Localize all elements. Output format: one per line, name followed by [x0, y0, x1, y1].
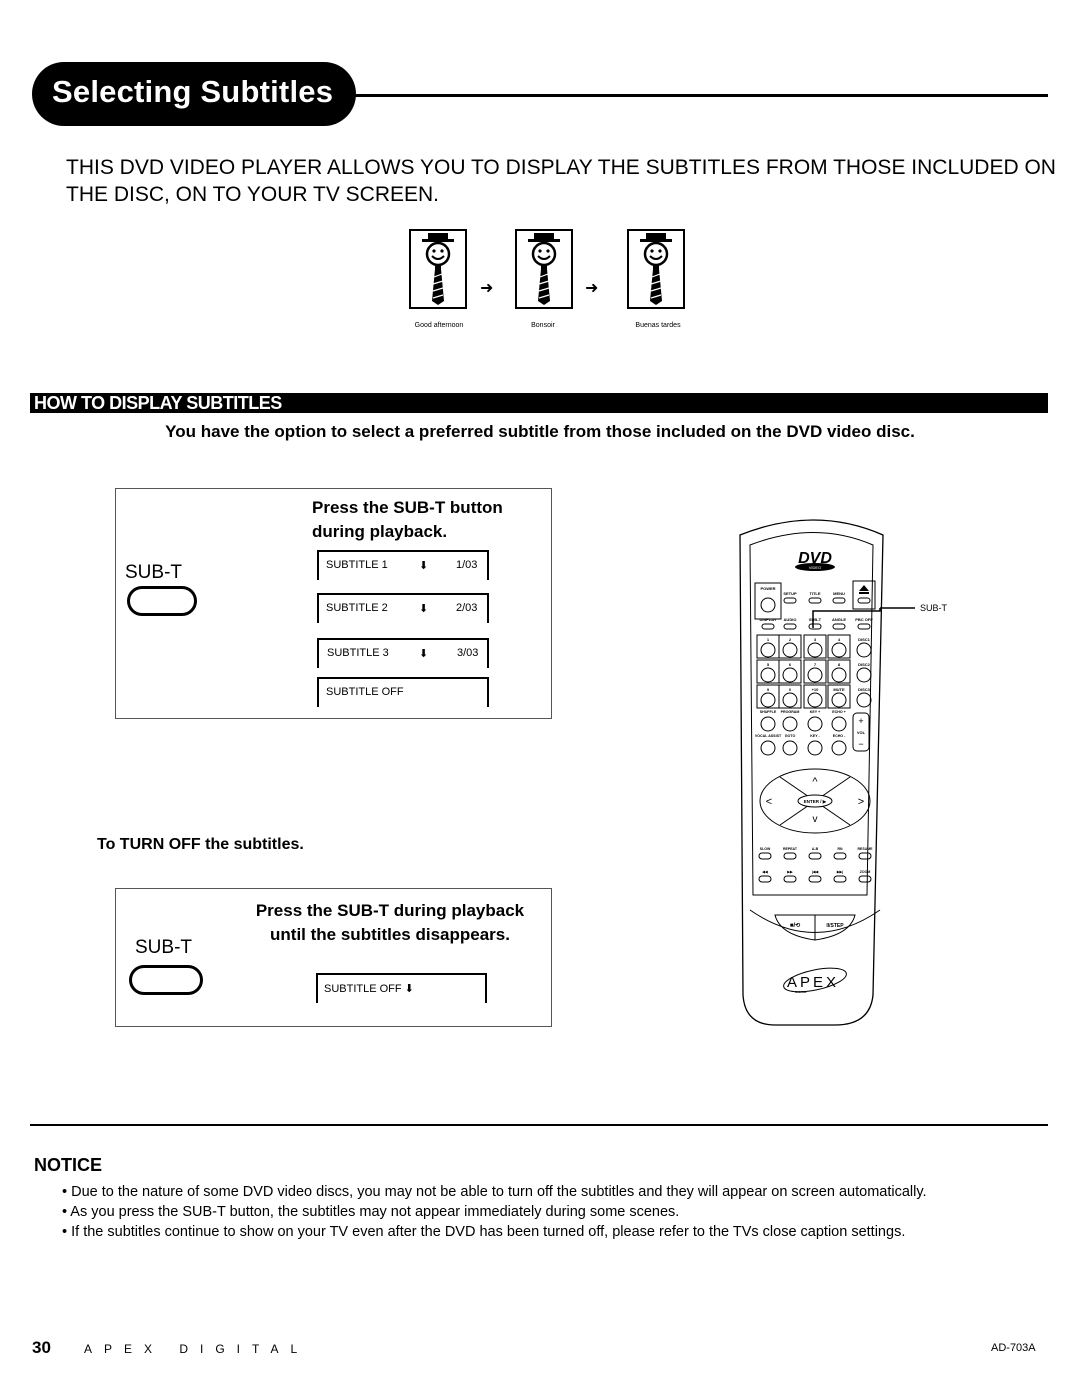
osd-label: SUBTITLE 3 — [327, 647, 389, 659]
function-label: SHUFFLE — [760, 710, 777, 714]
page-title: Selecting Subtitles — [52, 74, 334, 109]
playback-label: ▶▶| — [836, 870, 844, 874]
down-arrow-icon: ⬇ — [419, 603, 429, 615]
notice-title: NOTICE — [34, 1155, 103, 1175]
section-description: You have the option to select a preferre… — [165, 422, 915, 441]
function-label: PROGRAM — [781, 710, 800, 714]
osd-label: SUBTITLE OFF ⬇ — [324, 983, 414, 995]
arrow-right-icon: ➜ — [585, 280, 599, 297]
remote-label: DISPLAY — [760, 617, 777, 622]
vol-label: VOL — [857, 730, 866, 735]
stop-label: ■/⟲ — [790, 922, 801, 929]
notice-item: • Due to the nature of some DVD video di… — [62, 1184, 927, 1200]
playback-label: SLOW — [760, 847, 771, 851]
apex-logo: APEX — [787, 974, 839, 991]
instruction-line-1: Press the SUB-T during playback — [255, 901, 525, 920]
smiley-figure-icon — [528, 233, 560, 305]
osd-label: SUBTITLE OFF — [326, 686, 404, 698]
down-arrow-icon: v — [813, 814, 818, 825]
numpad-key-label: MUTE — [833, 687, 845, 692]
remote-control: DVD VIDEO POWER SETUP TITLE MENU DISPLAY… — [735, 515, 975, 1040]
sub-t-button[interactable] — [129, 965, 203, 995]
apex-logo-sub: DIGITAL — [795, 990, 807, 994]
numpad-key-label: +10 — [812, 687, 820, 692]
osd-value: 2/03 — [456, 602, 478, 614]
down-arrow-icon: ⬇ — [419, 560, 429, 572]
up-arrow-icon: ^ — [812, 776, 818, 788]
sub-t-callout: SUB-T — [920, 603, 948, 613]
remote-label: MENU — [833, 591, 845, 596]
intro-text: THIS DVD VIDEO PLAYER ALLOWS YOU TO DISP… — [66, 156, 1056, 206]
down-arrow-icon: ⬇ — [419, 648, 429, 660]
turn-off-heading: To TURN OFF the subtitles. — [97, 836, 304, 853]
disc-label: DISC1 — [858, 637, 871, 642]
dvd-logo-icon: DVD VIDEO — [795, 550, 835, 571]
osd-subtitle-1: SUBTITLE 1 ⬇ 1/03 — [317, 550, 489, 580]
osd-value: 3/03 — [457, 647, 479, 659]
function-label: ECHO + — [832, 710, 845, 714]
smiley-figure-icon — [640, 233, 672, 305]
dvd-logo-sub: VIDEO — [809, 565, 821, 570]
osd-subtitle-2: SUBTITLE 2 ⬇ 2/03 — [317, 593, 489, 623]
notice-list: • Due to the nature of some DVD video di… — [62, 1182, 962, 1242]
right-arrow-icon: > — [858, 796, 864, 808]
notice-item: • As you press the SUB-T button, the sub… — [62, 1204, 680, 1220]
instruction-line-1: Press the SUB-T button — [312, 498, 503, 517]
osd-subtitle-3: SUBTITLE 3 ⬇ 3/03 — [317, 638, 489, 668]
osd-value: 1/03 — [456, 559, 478, 571]
instruction-line-2: during playback. — [312, 522, 448, 541]
svg-text:−: − — [858, 739, 863, 749]
section-heading: HOW TO DISPLAY SUBTITLES — [34, 393, 282, 413]
step-label: II/STEP — [826, 923, 844, 929]
osd-label: SUBTITLE 1 — [326, 559, 388, 571]
footer-brand: APEX DIGITAL — [84, 1342, 310, 1356]
title-rule — [354, 94, 1048, 97]
osd-subtitle-off: SUBTITLE OFF — [317, 677, 489, 707]
tv-frame-1 — [409, 229, 467, 309]
osd-label: SUBTITLE 2 — [326, 602, 388, 614]
sub-t-label: SUB-T — [135, 937, 192, 958]
disc-label: DISC2 — [858, 662, 871, 667]
svg-text:+: + — [858, 716, 863, 726]
caption-1: Good afternoon — [414, 322, 464, 329]
notice-item: • If the subtitles continue to show on y… — [62, 1224, 906, 1240]
remote-label: ANGLE — [832, 617, 846, 622]
notice-rule — [30, 1124, 1048, 1126]
remote-label: TITLE — [809, 591, 820, 596]
arrow-right-icon: ➜ — [480, 280, 494, 297]
function-label: VOCAL ASSIST — [755, 734, 782, 738]
caption-2: Bonsoir — [531, 322, 555, 329]
playback-label: ZOOM — [860, 870, 871, 874]
playback-label: RN — [837, 847, 843, 851]
playback-label: A-B — [812, 847, 819, 851]
caption-3: Buenas tardes — [635, 322, 681, 329]
playback-label: RESUME — [858, 847, 874, 851]
disc-label: DISC3 — [858, 687, 871, 692]
remote-label: AUDIO — [784, 617, 797, 622]
left-arrow-icon: < — [766, 796, 772, 808]
tv-frame-3 — [627, 229, 685, 309]
function-label: KEY - — [810, 734, 820, 738]
page-number: 30 — [32, 1338, 51, 1357]
enter-label: ENTER / ▶ — [804, 799, 828, 804]
function-label: KEY + — [810, 710, 820, 714]
osd-subtitle-off: SUBTITLE OFF ⬇ — [316, 973, 487, 1003]
sub-t-button[interactable] — [127, 586, 197, 616]
remote-label: POWER — [760, 586, 775, 591]
remote-label: SUB-T — [809, 617, 822, 622]
remote-label: PBC OFF — [855, 617, 873, 622]
remote-label: SETUP — [783, 591, 797, 596]
sub-t-label: SUB-T — [125, 562, 182, 583]
model-number: AD-703A — [991, 1342, 1036, 1354]
playback-label: REPEAT — [783, 847, 798, 851]
function-label: ECHO - — [833, 734, 846, 738]
instruction-line-2: until the subtitles disappears. — [270, 925, 510, 944]
tv-frame-2 — [515, 229, 573, 309]
smiley-figure-icon — [422, 233, 454, 305]
function-label: GOTO — [785, 734, 796, 738]
